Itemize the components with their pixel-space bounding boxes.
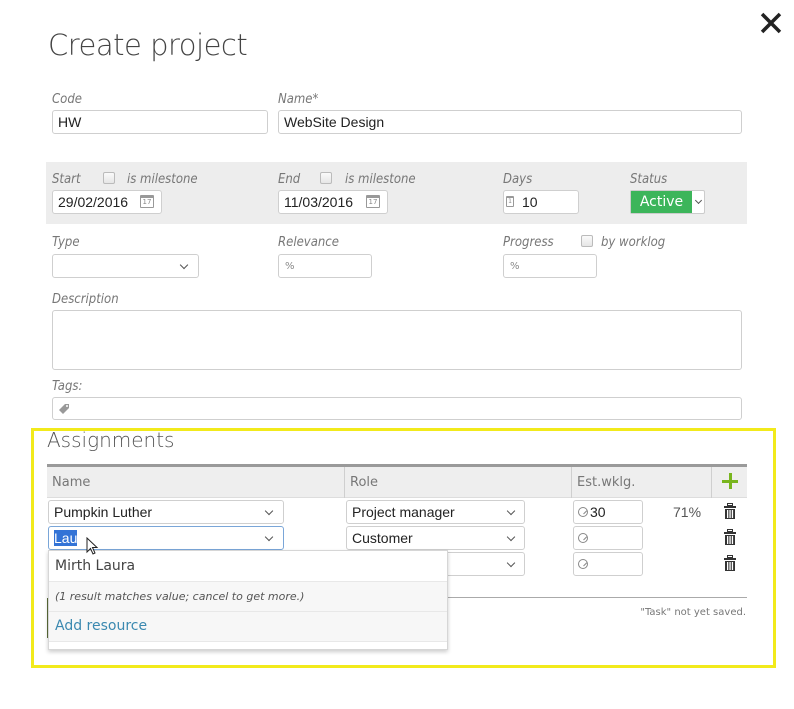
mouse-cursor-icon [86,537,99,555]
role-value: Project manager [352,504,455,520]
page-title: Create project [48,28,248,62]
percent-icon: % [285,261,295,272]
role-select[interactable]: Customer [346,526,525,550]
worklog-percent: 71% [673,504,702,520]
progress-label: Progress [503,235,554,250]
not-saved-note: "Task" not yet saved. [640,607,746,618]
start-milestone-checkbox[interactable] [103,172,115,184]
chevron-down-icon [506,558,516,568]
add-resource-link[interactable]: Add resource [49,612,447,642]
column-divider [571,467,572,498]
est-worklog-input[interactable]: 30 [573,500,643,524]
chevron-down-icon [694,196,703,205]
tags-input[interactable] [52,397,742,420]
name-value: WebSite Design [284,114,385,130]
assignments-divider [447,597,747,598]
assignee-value: Pumpkin Luther [54,504,153,520]
end-milestone-checkbox[interactable] [320,172,332,184]
column-header-est-worklog: Est.wklg. [577,475,636,490]
days-value: 10 [522,194,538,210]
relevance-label: Relevance [278,235,339,250]
days-label: Days [503,172,533,187]
trash-icon[interactable] [723,529,737,546]
by-worklog-checkbox[interactable] [581,235,593,247]
start-date-value: 29/02/2016 [58,194,129,210]
column-divider [344,467,345,498]
days-input[interactable]: 10 [503,190,579,214]
assignments-title: Assignments [47,428,175,452]
clock-icon [578,559,588,569]
code-value: HW [58,114,82,130]
assignee-typed-value: Lau [54,530,78,546]
chevron-down-icon [179,260,189,270]
trash-icon[interactable] [723,555,737,572]
autocomplete-option[interactable]: Mirth Laura [49,551,447,582]
chevron-down-icon [264,506,274,516]
percent-icon: % [510,261,520,272]
tags-label: Tags: [52,379,83,394]
name-input[interactable]: WebSite Design [278,110,742,134]
end-date-value: 11/03/2016 [284,194,354,210]
code-label: Code [52,92,82,107]
column-header-role: Role [350,475,379,490]
assignee-autocomplete-dropdown: Mirth Laura (1 result matches value; can… [48,550,448,650]
close-icon[interactable] [760,12,782,34]
code-input[interactable]: HW [52,110,268,134]
role-value: Customer [352,530,413,546]
column-header-name: Name [52,475,91,490]
progress-input[interactable]: % [503,254,597,278]
chevron-down-icon [506,532,516,542]
status-label: Status [630,172,668,187]
calendar-icon[interactable]: 17 [366,195,380,208]
relevance-input[interactable]: % [278,254,372,278]
autocomplete-message: (1 result matches value; cancel to get m… [49,582,447,612]
description-label: Description [52,292,119,307]
status-value: Active [631,191,692,213]
end-label: End [278,172,301,187]
status-select[interactable]: Active [630,190,705,214]
assignee-select-focused[interactable]: Lau [48,526,284,550]
add-assignment-plus-icon[interactable] [722,473,738,489]
tag-icon [59,403,69,414]
column-divider [711,467,712,498]
start-label: Start [52,172,81,187]
clock-icon [578,533,588,543]
est-worklog-input[interactable] [573,552,643,576]
clock-icon [578,507,588,517]
type-select[interactable] [52,254,199,278]
chevron-down-icon [506,506,516,516]
start-milestone-label: is milestone [127,172,198,187]
role-select[interactable]: Project manager [346,500,525,524]
calendar-icon[interactable]: 17 [140,195,154,208]
assignments-table-header: Name Role Est.wklg. [47,464,747,498]
assignee-select[interactable]: Pumpkin Luther [48,500,284,524]
trash-icon[interactable] [723,503,737,520]
chevron-down-icon [264,532,274,542]
type-label: Type [52,235,80,250]
end-milestone-label: is milestone [345,172,416,187]
est-worklog-value: 30 [590,504,606,520]
name-label: Name* [278,92,319,107]
by-worklog-label: by worklog [601,235,666,250]
est-worklog-input[interactable] [573,526,643,550]
calendar-day-icon: 1 [506,196,514,207]
description-textarea[interactable] [52,310,742,370]
